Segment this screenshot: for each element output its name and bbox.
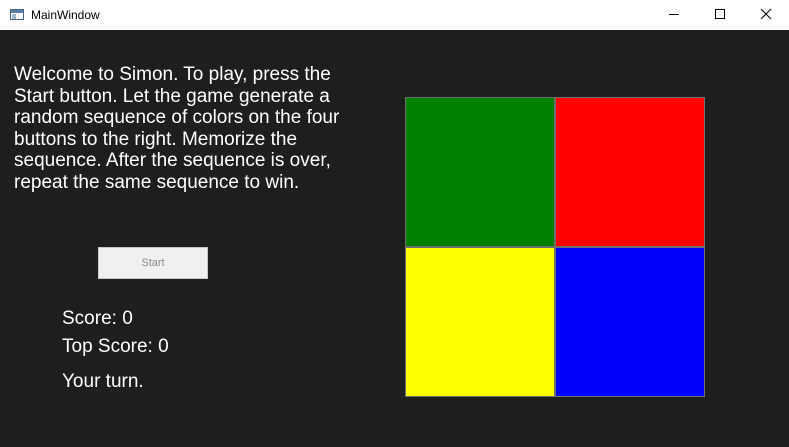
start-button[interactable]: Start bbox=[98, 247, 208, 279]
red-pad-button[interactable] bbox=[555, 97, 705, 247]
minimize-button[interactable] bbox=[651, 0, 697, 30]
close-icon bbox=[760, 8, 772, 20]
simon-board bbox=[405, 97, 705, 397]
instructions-text: Welcome to Simon. To play, press the Sta… bbox=[14, 64, 340, 193]
turn-status-label: Your turn. bbox=[62, 371, 144, 392]
maximize-icon bbox=[715, 9, 725, 19]
blue-pad-button[interactable] bbox=[555, 247, 705, 397]
score-label: Score: 0 bbox=[62, 308, 133, 329]
yellow-pad-button[interactable] bbox=[405, 247, 555, 397]
maximize-button[interactable] bbox=[697, 0, 743, 30]
green-pad-button[interactable] bbox=[405, 97, 555, 247]
window-app-icon bbox=[10, 9, 24, 20]
minimize-icon bbox=[669, 14, 679, 15]
top-score-label: Top Score: 0 bbox=[62, 336, 169, 357]
close-button[interactable] bbox=[743, 0, 789, 30]
window-title: MainWindow bbox=[31, 8, 100, 22]
main-window: MainWindow Welcome to Simon. To play, pr… bbox=[0, 0, 789, 447]
title-bar[interactable]: MainWindow bbox=[0, 0, 789, 30]
